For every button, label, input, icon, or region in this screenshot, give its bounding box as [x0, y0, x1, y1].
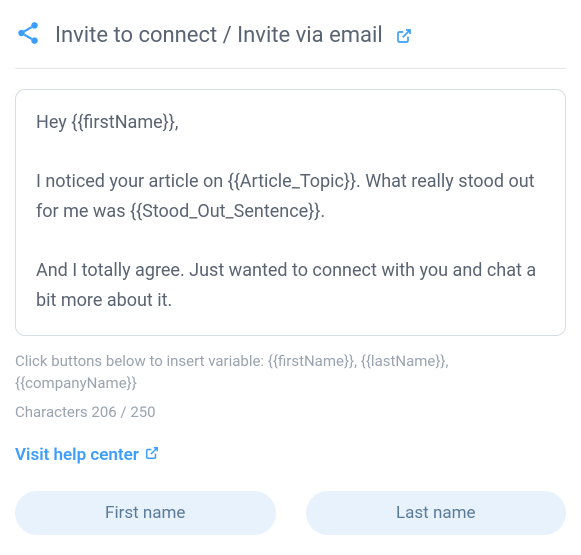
variable-buttons-row: First name Last name: [15, 491, 566, 535]
page-title: Invite to connect / Invite via email: [55, 23, 566, 48]
variable-hint: Click buttons below to insert variable: …: [15, 350, 566, 395]
external-link-icon: [145, 445, 159, 465]
message-textarea[interactable]: Hey {{firstName}}, I noticed your articl…: [15, 89, 566, 336]
message-line: I noticed your article on {{Article_Topi…: [36, 167, 545, 228]
first-name-button[interactable]: First name: [15, 491, 276, 535]
share-icon: [15, 20, 41, 50]
external-link-icon[interactable]: [396, 28, 412, 44]
last-name-button[interactable]: Last name: [306, 491, 567, 535]
character-count: Characters 206 / 250: [15, 403, 566, 421]
message-line: Hey {{firstName}},: [36, 108, 545, 139]
help-center-link[interactable]: Visit help center: [15, 445, 159, 465]
message-line: And I totally agree. Just wanted to conn…: [36, 256, 545, 317]
header: Invite to connect / Invite via email: [15, 20, 566, 69]
